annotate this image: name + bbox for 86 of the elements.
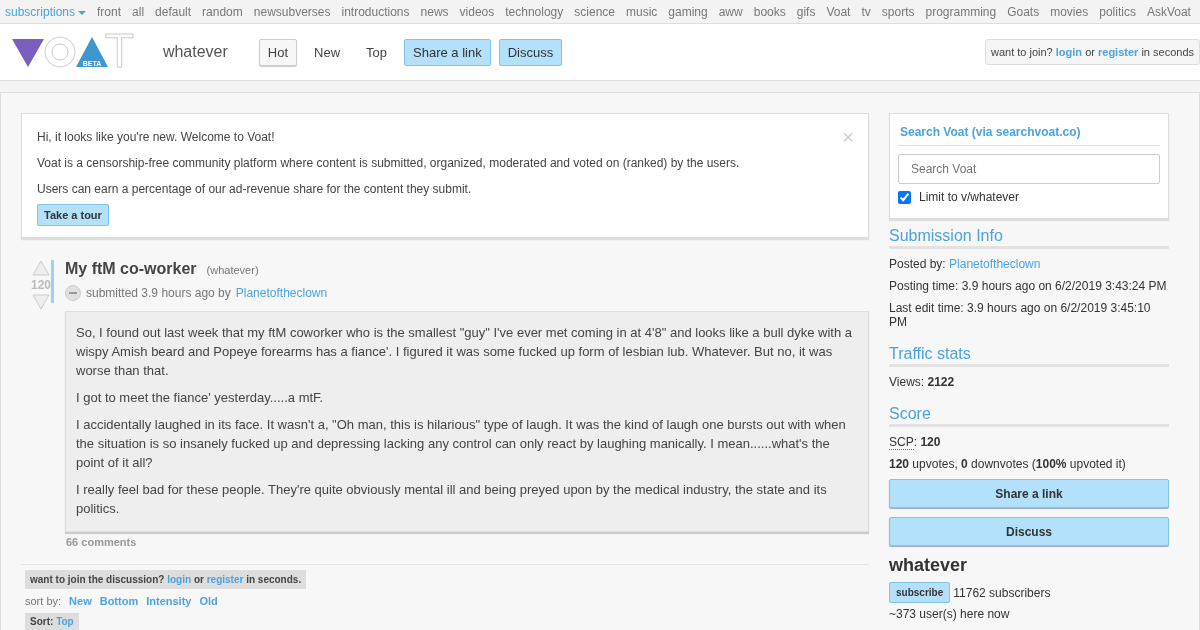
nav-link[interactable]: science	[574, 4, 615, 19]
scp-value: 120	[920, 435, 941, 449]
colon-text: :	[913, 435, 918, 449]
nav-link[interactable]: aww	[718, 4, 743, 19]
post-paragraph: I really feel bad for these people. They're quite obviously mental ill and being preyed upon by the medical industry, the state and its politics.	[76, 481, 828, 518]
sort-link[interactable]: Old	[199, 595, 218, 607]
sort-tab[interactable]: Top	[357, 38, 397, 66]
nav-link[interactable]: movies	[1050, 4, 1089, 19]
section-heading: Submission Info	[889, 219, 1169, 249]
nav-link[interactable]: sports	[881, 4, 915, 19]
comments-link[interactable]: 66 comments	[66, 536, 137, 548]
nav-link[interactable]: videos	[459, 4, 495, 19]
nav-link[interactable]: programming	[925, 4, 997, 19]
sort-tab[interactable]: Hot	[258, 38, 298, 66]
register-link[interactable]: register	[1098, 46, 1139, 58]
scp-label: SCP	[889, 435, 914, 450]
upvote-icon[interactable]	[32, 260, 50, 276]
online-count: ~373 user(s) here now	[889, 607, 1011, 621]
sort-link[interactable]: Intensity	[146, 595, 192, 607]
sort-label: sort by:	[25, 595, 62, 607]
author-link[interactable]: Planetoftheclown	[949, 257, 1041, 271]
sort-label: Sort:	[30, 616, 54, 627]
info-label: Posted by:	[889, 257, 946, 271]
join-text: want to join?	[990, 46, 1053, 58]
subscriber-count: 11762 subscribers	[953, 585, 1051, 600]
search-title: Search Voat (via searchvoat.co)	[898, 122, 1160, 146]
views-count: 2122	[927, 375, 955, 389]
nav-link[interactable]: AskVoat	[1146, 4, 1191, 19]
nav-link[interactable]: default	[155, 4, 192, 19]
section-heading: Score	[889, 397, 1169, 427]
join-text: want to join the discussion?	[30, 574, 165, 585]
action-button[interactable]: Share a link	[404, 38, 491, 66]
nav-link[interactable]: introductions	[341, 4, 410, 19]
nav-link[interactable]: technology	[505, 4, 564, 19]
join-text: in seconds	[1141, 46, 1194, 58]
info-text: Last edit time: 3.9 hours ago on 6/2/2019 3:45:10 PM	[889, 301, 1152, 329]
welcome-text: Voat is a censorship-free community platform where content is submitted, organized, moderated and voted on (ranked) by the users.	[37, 156, 741, 170]
post-paragraph: So, I found out last week that my ftM coworker who is the smallest "guy" I've ever met coming in at 4'8" and looks like a bull dyke with a wispy Amish beard and Popeye forearms has a fiance'. I figured it was some fucked up form of lesbian lub. Whatever. But no, it was worse than that.	[76, 324, 854, 380]
collapse-icon[interactable]	[65, 285, 81, 301]
subscribe-button[interactable]: subscribe	[889, 582, 951, 603]
join-text: in seconds.	[246, 574, 302, 585]
limit-label: Limit to v/whatever	[919, 190, 1020, 204]
info-text: Posting time: 3.9 hours ago on 6/2/2019 3:43:24 PM	[889, 279, 1168, 293]
post-subverse[interactable]: (whatever)	[206, 264, 259, 276]
nav-link[interactable]: Goats	[1007, 4, 1040, 19]
nav-link[interactable]: all	[132, 4, 145, 19]
nav-link[interactable]: news	[420, 4, 449, 19]
join-text: or	[193, 574, 204, 585]
welcome-text: Hi, it looks like you're new. Welcome to Voat!	[37, 130, 276, 144]
nav-link[interactable]: Voat	[826, 4, 851, 19]
ring-logo-icon	[44, 36, 76, 68]
action-button[interactable]: Discuss	[498, 38, 563, 66]
limit-checkbox[interactable]	[898, 190, 911, 204]
sidebar-button[interactable]: Discuss	[889, 517, 1169, 546]
nav-link[interactable]: gaming	[668, 4, 708, 19]
subverse-title: whatever	[889, 555, 969, 576]
tour-button[interactable]: Take a tour	[37, 204, 109, 226]
post-paragraph: I got to meet the fiance' yesterday.....a mtF.	[76, 389, 325, 407]
login-link[interactable]: login	[1055, 46, 1083, 58]
nav-link[interactable]: books	[753, 4, 786, 19]
post-title[interactable]: My ftM co-worker	[65, 260, 197, 277]
triangle-logo-icon	[12, 37, 44, 67]
subscriptions-menu[interactable]: subscriptions	[5, 4, 87, 19]
sort-link[interactable]: New	[69, 595, 92, 607]
votes-text: 120 upvotes, 0 downvotes (100% upvoted it)	[889, 457, 1127, 471]
nav-link[interactable]: tv	[861, 4, 871, 19]
info-label: Views:	[889, 375, 925, 389]
welcome-text: Users can earn a percentage of our ad-revenue share for the content they submit.	[37, 182, 473, 196]
section-heading: Traffic stats	[889, 337, 1169, 367]
nav-link[interactable]: front	[97, 4, 122, 19]
submitted-text: submitted 3.9 hours ago by	[86, 286, 231, 300]
sort-link[interactable]: Bottom	[99, 595, 139, 607]
downvote-icon[interactable]	[32, 294, 50, 310]
sort-tab[interactable]: New	[305, 38, 350, 66]
author-link[interactable]: Planetoftheclown	[235, 286, 328, 300]
join-text: or	[1085, 46, 1095, 58]
search-field[interactable]: Search Voat	[898, 154, 1160, 184]
nav-link[interactable]: music	[626, 4, 658, 19]
sidebar-button[interactable]: Share a link	[889, 479, 1169, 508]
vote-score: 120	[31, 278, 51, 292]
nav-link[interactable]: politics	[1099, 4, 1136, 19]
post-paragraph: I accidentally laughed in its face. It wasn't a, "Oh man, this is hilarious" type of laugh. It was the kind of laugh one bursts out with when the situation is so insanely fucked up and depressing lacking any control can only react by laughing manically. I mean......what's the point of it all?	[76, 416, 847, 472]
nav-link[interactable]: random	[202, 4, 243, 19]
nav-link[interactable]: gifs	[796, 4, 816, 19]
nav-link[interactable]: newsubverses	[253, 4, 331, 19]
subverse-name[interactable]: whatever	[162, 43, 228, 61]
